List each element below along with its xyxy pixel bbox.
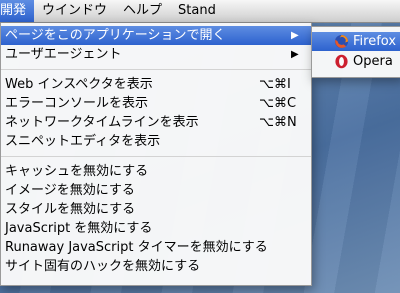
disable-cache-item[interactable]: キャッシュを無効にする xyxy=(1,162,311,181)
submenu-item-label: Firefox xyxy=(353,34,397,49)
menu-item-label: スタイルを無効にする xyxy=(5,202,136,217)
shortcut-label: ⌥⌘C xyxy=(259,96,297,111)
menu-bar: 開発 ウインドウ ヘルプ Stand xyxy=(0,0,400,23)
menu-item-label: Runaway JavaScript タイマーを無効にする xyxy=(5,240,268,255)
network-timeline-item[interactable]: ネットワークタイムラインを表示 ⌥⌘N xyxy=(1,113,311,132)
menu-item-label: キャッシュを無効にする xyxy=(5,164,149,179)
snippet-editor-item[interactable]: スニペットエディタを表示 xyxy=(1,132,311,151)
submenu-item-label: Opera xyxy=(353,54,393,69)
menu-stand[interactable]: Stand xyxy=(170,0,224,22)
disable-images-item[interactable]: イメージを無効にする xyxy=(1,181,311,200)
develop-menu: ページをこのアプリケーションで開く ▶ ユーザエージェント ▶ Web インスペ… xyxy=(0,23,312,286)
submenu-item-opera[interactable]: Opera xyxy=(312,52,400,71)
opera-icon xyxy=(335,54,348,69)
disable-runaway-timer-item[interactable]: Runaway JavaScript タイマーを無効にする xyxy=(1,238,311,257)
menu-item-label: JavaScript を無効にする xyxy=(5,221,153,236)
submenu-arrow-icon: ▶ xyxy=(291,30,299,41)
web-inspector-item[interactable]: Web インスペクタを表示 ⌥⌘I xyxy=(1,75,311,94)
submenu-item-firefox[interactable]: Firefox xyxy=(312,32,400,51)
disable-javascript-item[interactable]: JavaScript を無効にする xyxy=(1,219,311,238)
shortcut-label: ⌥⌘N xyxy=(259,115,297,130)
open-with-application-item[interactable]: ページをこのアプリケーションで開く ▶ xyxy=(1,26,311,45)
disable-site-hacks-item[interactable]: サイト固有のハックを無効にする xyxy=(1,257,311,276)
firefox-icon xyxy=(334,34,349,49)
user-agent-item[interactable]: ユーザエージェント ▶ xyxy=(1,45,311,64)
menu-item-label: ネットワークタイムラインを表示 xyxy=(5,115,199,130)
menu-item-label: エラーコンソールを表示 xyxy=(5,96,149,111)
menu-separator xyxy=(1,156,311,157)
submenu-arrow-icon: ▶ xyxy=(291,49,299,60)
menu-item-label: スニペットエディタを表示 xyxy=(5,134,161,149)
disable-styles-item[interactable]: スタイルを無効にする xyxy=(1,200,311,219)
menu-item-label: イメージを無効にする xyxy=(5,183,135,198)
menu-item-label: Web インスペクタを表示 xyxy=(5,77,153,92)
error-console-item[interactable]: エラーコンソールを表示 ⌥⌘C xyxy=(1,94,311,113)
menu-window[interactable]: ウインドウ xyxy=(34,0,115,22)
menu-help[interactable]: ヘルプ xyxy=(115,0,170,22)
menu-develop[interactable]: 開発 xyxy=(0,0,35,22)
menu-item-label: ユーザエージェント xyxy=(5,47,122,62)
menu-item-label: ページをこのアプリケーションで開く xyxy=(5,28,226,43)
menu-item-label: サイト固有のハックを無効にする xyxy=(5,259,201,274)
shortcut-label: ⌥⌘I xyxy=(259,77,291,92)
menu-separator xyxy=(1,69,311,70)
open-with-submenu: Firefox Opera xyxy=(311,26,400,78)
